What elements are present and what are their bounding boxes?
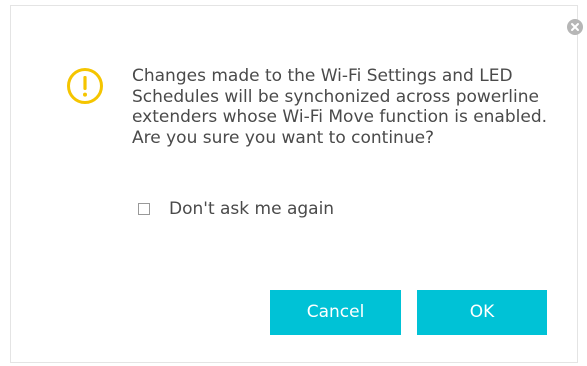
close-icon[interactable] bbox=[567, 19, 583, 35]
dont-ask-again-checkbox[interactable] bbox=[138, 203, 150, 215]
warning-icon bbox=[66, 67, 104, 105]
ok-button[interactable]: OK bbox=[417, 290, 547, 335]
dont-ask-again-option[interactable]: Don't ask me again bbox=[138, 199, 334, 219]
cancel-button[interactable]: Cancel bbox=[270, 290, 401, 335]
dialog-message: Changes made to the Wi-Fi Settings and L… bbox=[132, 66, 548, 148]
dont-ask-again-label: Don't ask me again bbox=[169, 199, 335, 219]
